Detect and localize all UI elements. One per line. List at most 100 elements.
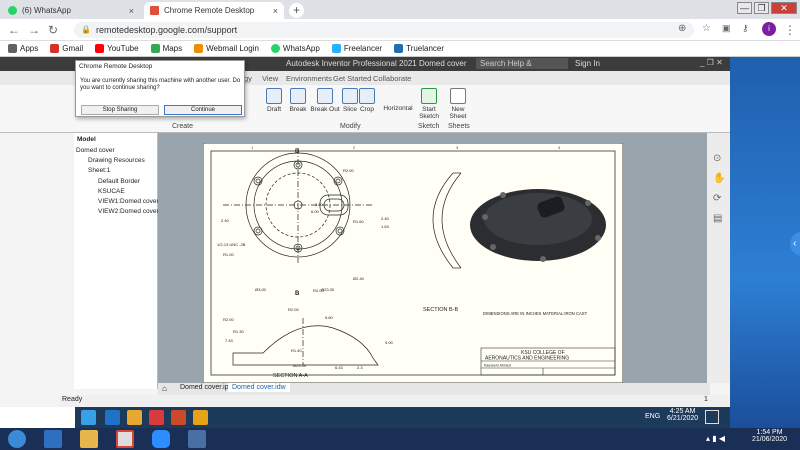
model-browser: Model Domed cover Drawing Resources Shee…: [74, 133, 165, 389]
dim-label: 7.43: [225, 338, 234, 343]
remote-clock[interactable]: 4:25 AM 6/21/2020: [667, 408, 698, 422]
new-sheet-button[interactable]: New Sheet: [443, 88, 473, 120]
sharing-dialog: Chrome Remote Desktop You are currently …: [75, 60, 245, 117]
maps-icon: [150, 44, 160, 53]
explorer-icon[interactable]: [80, 430, 98, 448]
dim-label: 1/2-13 UNC -2B: [217, 242, 246, 247]
ribbon-tab-get-started[interactable]: Get Started: [333, 74, 371, 83]
close-tab-icon[interactable]: ×: [273, 6, 278, 16]
local-clock[interactable]: 1:54 PM 21/06/2020: [752, 429, 787, 443]
continue-button[interactable]: Continue: [164, 105, 242, 115]
start-sketch-button[interactable]: Start Sketch: [417, 88, 441, 120]
bookmark-apps[interactable]: Apps: [8, 44, 38, 53]
home-icon[interactable]: ⌂: [162, 384, 167, 393]
close-tab-icon[interactable]: ×: [129, 6, 134, 16]
tab-whatsapp[interactable]: (6) WhatsApp ×: [2, 2, 140, 19]
chrome-icon[interactable]: [149, 410, 164, 425]
add-icon[interactable]: ⊕: [678, 23, 686, 34]
url-text: remotedesktop.google.com/support: [96, 25, 238, 35]
truelancer-icon: [394, 44, 404, 53]
bookmark-whatsapp[interactable]: WhatsApp: [270, 44, 320, 53]
window-controls-icon[interactable]: _ ❐ ✕: [700, 58, 723, 67]
zoom-app-icon[interactable]: [152, 430, 170, 448]
folder-icon[interactable]: [127, 410, 142, 425]
ribbon-tab-collaborate[interactable]: Collaborate: [373, 74, 411, 83]
dim-label: Ø3.00: [255, 287, 267, 292]
tree-item-drawing-resources[interactable]: Drawing Resources: [88, 157, 145, 164]
view-letter: B: [295, 291, 300, 297]
maximize-button[interactable]: ❐: [754, 2, 769, 14]
help-search-input[interactable]: Search Help & Commands...: [476, 58, 568, 79]
tree-item-default-border[interactable]: Default Border: [98, 178, 140, 185]
dim-label: 6.00: [311, 209, 320, 214]
tree-item-view1[interactable]: VIEW1:Domed cover.ip: [98, 198, 165, 205]
status-text: Ready: [62, 396, 83, 403]
reload-icon[interactable]: ↻: [48, 23, 58, 37]
bookmark-youtube[interactable]: YouTube: [95, 44, 139, 53]
forward-icon[interactable]: →: [28, 23, 40, 37]
back-icon[interactable]: ←: [8, 23, 20, 37]
avatar[interactable]: i: [762, 22, 776, 36]
doc-tab-ipt[interactable]: Domed cover.ipt: [176, 384, 235, 391]
dim-label: R1.00: [223, 252, 234, 257]
key-icon[interactable]: ⚷: [742, 23, 749, 34]
new-tab-button[interactable]: +: [289, 3, 304, 18]
powerpoint-icon[interactable]: [171, 410, 186, 425]
ribbon-tab[interactable]: gy: [244, 74, 252, 83]
chrome-icon[interactable]: [116, 430, 134, 448]
start-icon[interactable]: [81, 410, 96, 425]
bookmark-maps[interactable]: Maps: [150, 44, 182, 53]
language-indicator[interactable]: ENG: [645, 413, 660, 420]
dim-label: Ø23.30: [321, 287, 335, 292]
doc-tab-idw[interactable]: Domed cover.idw: [228, 383, 290, 392]
look-icon[interactable]: ▤: [713, 213, 722, 224]
star-icon[interactable]: ☆: [702, 23, 711, 34]
youtube-icon: [95, 44, 105, 53]
bookmark-truelancer[interactable]: Truelancer: [394, 44, 444, 53]
bookmark-webmail[interactable]: Webmail Login: [194, 44, 259, 53]
dim-label: 2.40: [221, 218, 230, 223]
break-out-button[interactable]: Break Out: [310, 88, 340, 113]
address-bar[interactable]: 🔒 remotedesktop.google.com/support: [74, 22, 694, 38]
tree-item-sheet[interactable]: Sheet:1: [88, 167, 110, 174]
sketch-icon: [421, 88, 437, 104]
tab-chrome-remote-desktop[interactable]: Chrome Remote Desktop ×: [144, 2, 284, 19]
remote-desktop-app-icon[interactable]: [188, 430, 206, 448]
menu-icon[interactable]: ⋮: [784, 23, 796, 37]
horizontal-button[interactable]: Horizontal: [382, 105, 414, 112]
bookmark-freelancer[interactable]: Freelancer: [331, 44, 382, 53]
outlook-icon[interactable]: [105, 410, 120, 425]
drawing-sheet: 1 2 3 4 R2.00 3.00 6.00 2.40 R1.60 2.40 …: [203, 143, 623, 383]
dim-label: 6.43: [335, 365, 344, 370]
ribbon-tab-view[interactable]: View: [262, 74, 278, 83]
button-label: Horizontal: [383, 105, 413, 112]
tree-item-root[interactable]: Domed cover: [76, 147, 115, 154]
dim-label: 2.40: [381, 216, 390, 221]
group-sketch: Sketch: [418, 123, 440, 130]
break-button[interactable]: Break: [286, 88, 310, 113]
stop-sharing-button[interactable]: Stop Sharing: [81, 105, 159, 115]
pan-icon[interactable]: ✋: [713, 173, 725, 184]
internet-explorer-icon[interactable]: [44, 430, 62, 448]
start-orb-icon[interactable]: [8, 430, 26, 448]
tree-item-view2[interactable]: VIEW2:Domed cover.ip: [98, 208, 165, 215]
notification-icon[interactable]: [705, 410, 719, 424]
close-window-button[interactable]: ✕: [771, 2, 797, 14]
dim-label: 5.60: [325, 315, 334, 320]
break-out-icon: [317, 88, 333, 104]
sign-in-link[interactable]: Sign In: [575, 59, 600, 68]
draft-button[interactable]: Draft: [262, 88, 286, 113]
dim-label: R1.60: [353, 219, 364, 224]
zoom-icon[interactable]: ⊙: [713, 153, 721, 164]
bookmark-label: Webmail Login: [206, 44, 259, 53]
tray-icons[interactable]: ▴ ▮ ◀: [706, 434, 725, 443]
remote-date: 6/21/2020: [667, 415, 699, 422]
crop-button[interactable]: Crop: [355, 88, 379, 113]
minimize-button[interactable]: —: [737, 2, 752, 14]
ribbon-tab-environments[interactable]: Environments: [286, 74, 332, 83]
inventor-icon[interactable]: [193, 410, 208, 425]
orbit-icon[interactable]: ⟳: [713, 193, 721, 204]
extension-icon[interactable]: ▣: [722, 23, 731, 34]
bookmark-gmail[interactable]: Gmail: [50, 44, 83, 53]
tree-item-title-block[interactable]: KSUCAE: [98, 188, 125, 195]
